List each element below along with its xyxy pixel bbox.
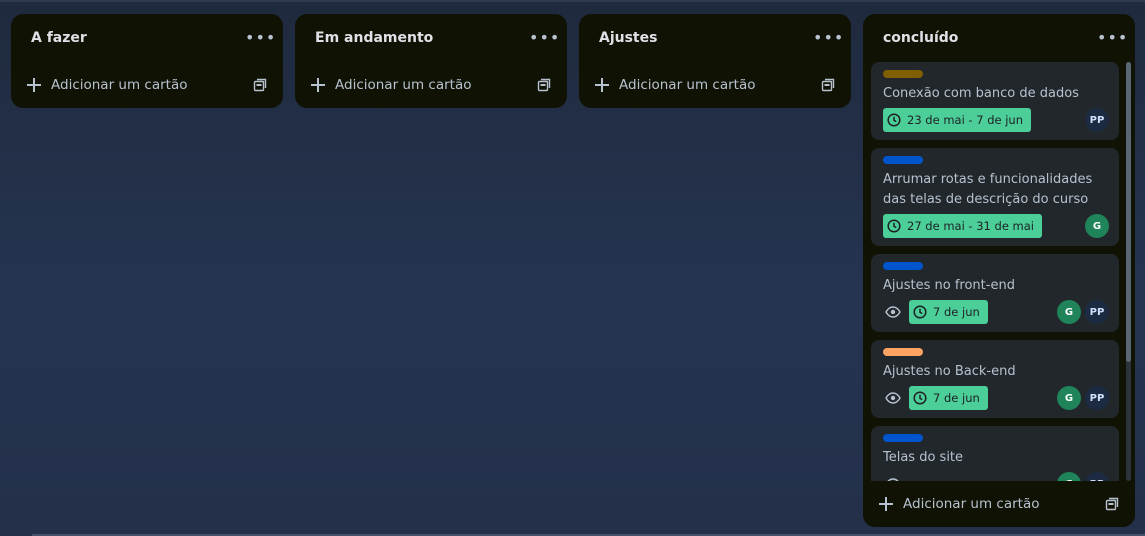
card-members: G PP bbox=[1053, 472, 1109, 481]
list-footer: Adicionar um cartão bbox=[579, 62, 851, 108]
card[interactable]: Conexão com banco de dados 23 de mai - 7… bbox=[871, 62, 1119, 140]
list-footer: Adicionar um cartão bbox=[295, 62, 567, 108]
list-footer: Adicionar um cartão bbox=[11, 62, 283, 108]
card[interactable]: Telas do site G PP bbox=[871, 426, 1119, 481]
due-date-text: 7 de jun bbox=[933, 391, 980, 405]
due-date-badge[interactable]: 23 de mai - 7 de jun bbox=[883, 108, 1031, 132]
card-badges-left: 7 de jun bbox=[883, 300, 988, 324]
add-card-label: Adicionar um cartão bbox=[903, 496, 1040, 512]
due-date-badge[interactable]: 7 de jun bbox=[909, 300, 988, 324]
card-template-icon[interactable] bbox=[821, 78, 835, 92]
card-badges-left: 27 de mai - 31 de mai bbox=[883, 214, 1042, 238]
card-members: G PP bbox=[1053, 300, 1109, 324]
add-card-label: Adicionar um cartão bbox=[51, 77, 188, 93]
card-label[interactable] bbox=[883, 262, 923, 270]
list-more-icon[interactable]: ••• bbox=[529, 30, 559, 46]
card-badges: 7 de jun G PP bbox=[883, 386, 1109, 410]
cards-scroll-area: Conexão com banco de dados 23 de mai - 7… bbox=[863, 62, 1135, 481]
card-badges-left: 7 de jun bbox=[883, 386, 988, 410]
eye-icon bbox=[885, 392, 901, 404]
list-title[interactable]: Em andamento bbox=[315, 30, 433, 46]
list-header: A fazer ••• bbox=[11, 14, 283, 62]
add-card-label: Adicionar um cartão bbox=[335, 77, 472, 93]
list-concluido: concluído ••• Conexão com banco de dados bbox=[863, 14, 1135, 527]
plus-icon bbox=[27, 78, 41, 92]
plus-icon bbox=[311, 78, 325, 92]
list-more-icon[interactable]: ••• bbox=[813, 30, 843, 46]
eye-icon bbox=[885, 306, 901, 318]
list-more-icon[interactable]: ••• bbox=[245, 30, 275, 46]
list-title[interactable]: A fazer bbox=[31, 30, 87, 46]
avatar[interactable]: PP bbox=[1085, 300, 1109, 324]
due-date-text: 23 de mai - 7 de jun bbox=[907, 113, 1023, 127]
card-members: G PP bbox=[1053, 386, 1109, 410]
card-badges: 23 de mai - 7 de jun PP bbox=[883, 108, 1109, 132]
add-card-label: Adicionar um cartão bbox=[619, 77, 756, 93]
card-label[interactable] bbox=[883, 434, 923, 442]
list-scrollbar[interactable] bbox=[1126, 62, 1131, 481]
avatar[interactable]: G bbox=[1057, 472, 1081, 481]
card-title: Telas do site bbox=[883, 450, 964, 465]
card-members: PP bbox=[1081, 108, 1109, 132]
clock-icon bbox=[913, 305, 927, 319]
card-template-icon[interactable] bbox=[253, 78, 267, 92]
add-card-button[interactable]: Adicionar um cartão bbox=[879, 496, 1040, 512]
add-card-button[interactable]: Adicionar um cartão bbox=[311, 77, 472, 93]
due-date-text: 7 de jun bbox=[933, 305, 980, 319]
list-more-icon[interactable]: ••• bbox=[1097, 30, 1127, 46]
due-date-badge[interactable]: 7 de jun bbox=[909, 386, 988, 410]
card[interactable]: Arrumar rotas e funcionalidades das tela… bbox=[871, 148, 1119, 246]
board-canvas: A fazer ••• Adicionar um cartão Em andam… bbox=[11, 14, 1135, 527]
clock-icon bbox=[887, 219, 901, 233]
card-title: Ajustes no Back-end bbox=[883, 364, 1016, 379]
eye-icon bbox=[887, 478, 899, 481]
card-label[interactable] bbox=[883, 70, 923, 78]
add-card-button[interactable]: Adicionar um cartão bbox=[595, 77, 756, 93]
card-template-icon[interactable] bbox=[537, 78, 551, 92]
avatar[interactable]: PP bbox=[1085, 108, 1109, 132]
add-card-button[interactable]: Adicionar um cartão bbox=[27, 77, 188, 93]
card[interactable]: Ajustes no front-end 7 de jun G PP bbox=[871, 254, 1119, 332]
card-badges-left bbox=[883, 476, 909, 481]
list-a-fazer: A fazer ••• Adicionar um cartão bbox=[11, 14, 283, 108]
avatar[interactable]: G bbox=[1057, 386, 1081, 410]
card-badges: G PP bbox=[883, 472, 1109, 481]
card-label[interactable] bbox=[883, 348, 923, 356]
list-ajustes: Ajustes ••• Adicionar um cartão bbox=[579, 14, 851, 108]
list-footer: Adicionar um cartão bbox=[863, 481, 1135, 527]
card-label[interactable] bbox=[883, 156, 923, 164]
card-template-icon[interactable] bbox=[1105, 497, 1119, 511]
plus-icon bbox=[595, 78, 609, 92]
card-badges: 27 de mai - 31 de mai G bbox=[883, 214, 1109, 238]
card-members: G bbox=[1081, 214, 1109, 238]
clock-icon bbox=[913, 391, 927, 405]
list-title[interactable]: Ajustes bbox=[599, 30, 657, 46]
card-title: Conexão com banco de dados bbox=[883, 86, 1079, 101]
list-header: Ajustes ••• bbox=[579, 14, 851, 62]
plus-icon bbox=[879, 497, 893, 511]
card-badges-left: 23 de mai - 7 de jun bbox=[883, 108, 1031, 132]
list-title[interactable]: concluído bbox=[883, 30, 958, 46]
due-date-badge[interactable]: 27 de mai - 31 de mai bbox=[883, 214, 1042, 238]
scrollbar-thumb[interactable] bbox=[1126, 62, 1131, 362]
card-title: Ajustes no front-end bbox=[883, 278, 1015, 293]
avatar[interactable]: PP bbox=[1085, 472, 1109, 481]
card-title: Arrumar rotas e funcionalidades das tela… bbox=[883, 172, 1093, 207]
card[interactable]: Ajustes no Back-end 7 de jun G PP bbox=[871, 340, 1119, 418]
top-divider bbox=[0, 0, 1145, 2]
card-badges: 7 de jun G PP bbox=[883, 300, 1109, 324]
list-header: concluído ••• bbox=[863, 14, 1135, 62]
avatar[interactable]: G bbox=[1057, 300, 1081, 324]
list-header: Em andamento ••• bbox=[295, 14, 567, 62]
clock-icon bbox=[887, 113, 901, 127]
due-date-text: 27 de mai - 31 de mai bbox=[907, 219, 1034, 233]
avatar[interactable]: PP bbox=[1085, 386, 1109, 410]
list-em-andamento: Em andamento ••• Adicionar um cartão bbox=[295, 14, 567, 108]
avatar[interactable]: G bbox=[1085, 214, 1109, 238]
